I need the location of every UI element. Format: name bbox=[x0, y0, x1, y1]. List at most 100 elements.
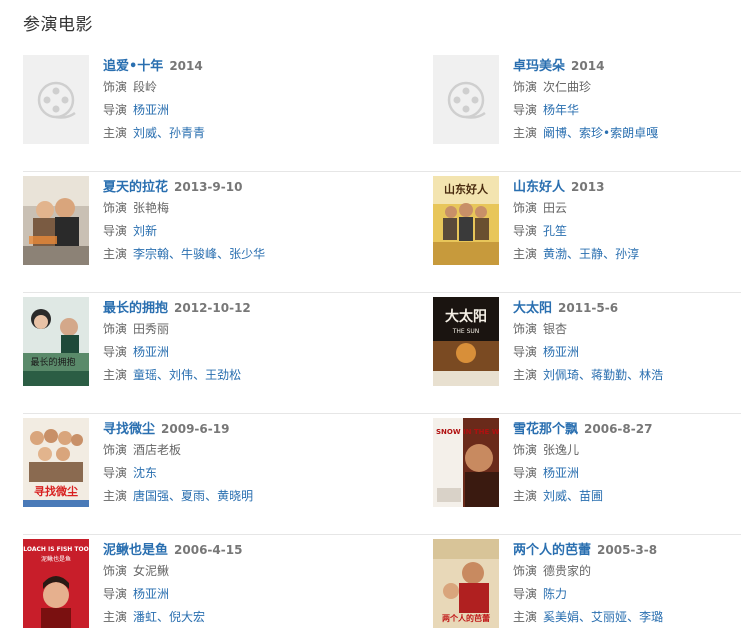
person-link[interactable]: 杨亚洲 bbox=[543, 466, 579, 480]
person-link[interactable]: 杨年华 bbox=[543, 103, 579, 117]
film-title-link[interactable]: 泥鳅也是鱼 bbox=[103, 543, 168, 558]
film-title-link[interactable]: 两个人的芭蕾 bbox=[513, 543, 591, 558]
film-poster[interactable]: 大太阳 THE SUN bbox=[433, 297, 499, 386]
person-link[interactable]: 杨亚洲 bbox=[543, 345, 579, 359]
film-poster[interactable]: 山东好人 bbox=[433, 176, 499, 265]
poster-image: 山东好人 bbox=[433, 176, 499, 265]
name-separator: 、 bbox=[627, 610, 640, 624]
cast-list: 童瑶、刘伟、王劲松 bbox=[133, 368, 241, 382]
film-row: 寻找微尘 寻找微尘 2009-6-19 饰演 酒店老板 导演 沈东 主演 唐国强、夏雨、… bbox=[23, 414, 741, 535]
person-link[interactable]: 李宗翰 bbox=[133, 247, 169, 261]
person-link[interactable]: 杨亚洲 bbox=[133, 587, 169, 601]
cast-list: 奚美娟、艾丽娅、李璐 bbox=[543, 610, 663, 624]
director-list: 陈力 bbox=[543, 587, 567, 601]
film-date: 2013-9-10 bbox=[174, 180, 243, 194]
person-link[interactable]: 刘威 bbox=[543, 489, 567, 503]
film-poster[interactable]: LOACH IS FISH TOO 泥鳅也是鱼 bbox=[23, 539, 89, 628]
film-poster-placeholder[interactable] bbox=[23, 55, 89, 144]
person-link[interactable]: 刘新 bbox=[133, 224, 157, 238]
role-label: 饰演 bbox=[513, 80, 538, 94]
poster-subtitle: 泥鳅也是鱼 bbox=[41, 555, 71, 563]
name-separator: 、 bbox=[579, 610, 592, 624]
role-value: 女泥鳅 bbox=[133, 564, 170, 578]
person-link[interactable]: 杨亚洲 bbox=[133, 345, 169, 359]
poster-image: 最长的拥抱 bbox=[23, 297, 89, 386]
person-link[interactable]: 阚博 bbox=[543, 126, 567, 140]
cast-list: 刘威、苗圃 bbox=[543, 489, 603, 503]
film-info: 两个人的芭蕾 2005-3-8 饰演 德贵家的 导演 陈力 主演 奚美娟、艾丽娅、李璐 bbox=[513, 540, 741, 629]
director-label: 导演 bbox=[103, 466, 128, 480]
person-link[interactable]: 王静 bbox=[579, 247, 603, 261]
film-info: 最长的拥抱 2012-10-12 饰演 田秀丽 导演 杨亚洲 主演 童瑶、刘伟、王劲松 bbox=[103, 298, 353, 387]
person-link[interactable]: 孙青青 bbox=[169, 126, 205, 140]
film-poster[interactable] bbox=[23, 176, 89, 265]
person-link[interactable]: 唐国强 bbox=[133, 489, 169, 503]
person-link[interactable]: 王劲松 bbox=[205, 368, 241, 382]
role-value: 德贵家的 bbox=[543, 564, 592, 578]
film-title-link[interactable]: 雪花那个飘 bbox=[513, 422, 578, 437]
film-title-link[interactable]: 大太阳 bbox=[513, 301, 552, 316]
role-value: 酒店老板 bbox=[133, 443, 182, 457]
director-list: 刘新 bbox=[133, 224, 157, 238]
name-separator: 、 bbox=[205, 489, 218, 503]
person-link[interactable]: 索珍•索朗卓嘎 bbox=[579, 126, 658, 140]
film-poster[interactable]: 寻找微尘 bbox=[23, 418, 89, 507]
cast-list: 刘佩琦、蒋勤勤、林浩 bbox=[543, 368, 663, 382]
person-link[interactable]: 刘伟 bbox=[169, 368, 193, 382]
film-info: 大太阳 2011-5-6 饰演 银杏 导演 杨亚洲 主演 刘佩琦、蒋勤勤、林浩 bbox=[513, 298, 741, 387]
role-label: 饰演 bbox=[513, 564, 538, 578]
person-link[interactable]: 刘威 bbox=[133, 126, 157, 140]
film-item: LOACH IS FISH TOO 泥鳅也是鱼 泥鳅也是鱼 2006-4-15 饰… bbox=[23, 535, 353, 642]
person-link[interactable]: 蒋勤勤 bbox=[591, 368, 627, 382]
person-link[interactable]: 童瑶 bbox=[133, 368, 157, 382]
director-list: 孔笙 bbox=[543, 224, 567, 238]
film-title-link[interactable]: 最长的拥抱 bbox=[103, 301, 168, 316]
person-link[interactable]: 苗圃 bbox=[579, 489, 603, 503]
film-info: 雪花那个飘 2006-8-27 饰演 张逸儿 导演 杨亚洲 主演 刘威、苗圃 bbox=[513, 419, 741, 508]
film-item: SNOW IN THE WIND 雪花那个飘 2006-8-27 饰演张逸儿 导演… bbox=[433, 414, 741, 534]
role-label: 饰演 bbox=[103, 322, 128, 336]
film-poster[interactable]: SNOW IN THE WIND bbox=[433, 418, 499, 507]
role-label: 饰演 bbox=[513, 201, 538, 215]
person-link[interactable]: 杨亚洲 bbox=[133, 103, 169, 117]
person-link[interactable]: 刘佩琦 bbox=[543, 368, 579, 382]
film-poster[interactable]: 最长的拥抱 bbox=[23, 297, 89, 386]
film-poster[interactable]: 两个人的芭蕾 bbox=[433, 539, 499, 628]
role-value: 张逸儿 bbox=[543, 443, 580, 457]
role-label: 饰演 bbox=[103, 564, 128, 578]
film-title-link[interactable]: 卓玛美朵 bbox=[513, 59, 565, 74]
person-link[interactable]: 陈力 bbox=[543, 587, 567, 601]
person-link[interactable]: 李璐 bbox=[639, 610, 663, 624]
person-link[interactable]: 牛骏峰 bbox=[181, 247, 217, 261]
person-link[interactable]: 夏雨 bbox=[181, 489, 205, 503]
director-label: 导演 bbox=[103, 345, 128, 359]
role-value: 田秀丽 bbox=[133, 322, 170, 336]
person-link[interactable]: 艾丽娅 bbox=[591, 610, 627, 624]
film-title-link[interactable]: 山东好人 bbox=[513, 180, 565, 195]
person-link[interactable]: 孙淳 bbox=[615, 247, 639, 261]
poster-title: 两个人的芭蕾 bbox=[442, 613, 490, 623]
film-title-link[interactable]: 夏天的拉花 bbox=[103, 180, 168, 195]
film-item: 山东好人 山东好人 2013 饰演 田云 导演 孔笙 主演 黄渤、王静、孙淳 bbox=[433, 172, 741, 292]
role-value: 次仁曲珍 bbox=[543, 80, 592, 94]
person-link[interactable]: 林浩 bbox=[639, 368, 663, 382]
person-link[interactable]: 沈东 bbox=[133, 466, 157, 480]
name-separator: 、 bbox=[579, 368, 592, 382]
poster-title: 寻找微尘 bbox=[34, 484, 78, 498]
director-label: 导演 bbox=[103, 103, 128, 117]
film-title-link[interactable]: 追爱•十年 bbox=[103, 59, 163, 74]
person-link[interactable]: 潘虹 bbox=[133, 610, 157, 624]
person-link[interactable]: 奚美娟 bbox=[543, 610, 579, 624]
director-label: 导演 bbox=[513, 587, 538, 601]
film-title-link[interactable]: 寻找微尘 bbox=[103, 422, 155, 437]
person-link[interactable]: 倪大宏 bbox=[169, 610, 205, 624]
person-link[interactable]: 孔笙 bbox=[543, 224, 567, 238]
poster-title: 山东好人 bbox=[444, 182, 489, 196]
person-link[interactable]: 张少华 bbox=[229, 247, 265, 261]
person-link[interactable]: 黄晓明 bbox=[217, 489, 253, 503]
poster-image: SNOW IN THE WIND bbox=[433, 418, 499, 507]
person-link[interactable]: 黄渤 bbox=[543, 247, 567, 261]
film-info: 卓玛美朵 2014 饰演 次仁曲珍 导演 杨年华 主演 阚博、索珍•索朗卓嘎 bbox=[513, 56, 741, 145]
poster-title: 大太阳 bbox=[445, 308, 487, 325]
film-poster-placeholder[interactable] bbox=[433, 55, 499, 144]
